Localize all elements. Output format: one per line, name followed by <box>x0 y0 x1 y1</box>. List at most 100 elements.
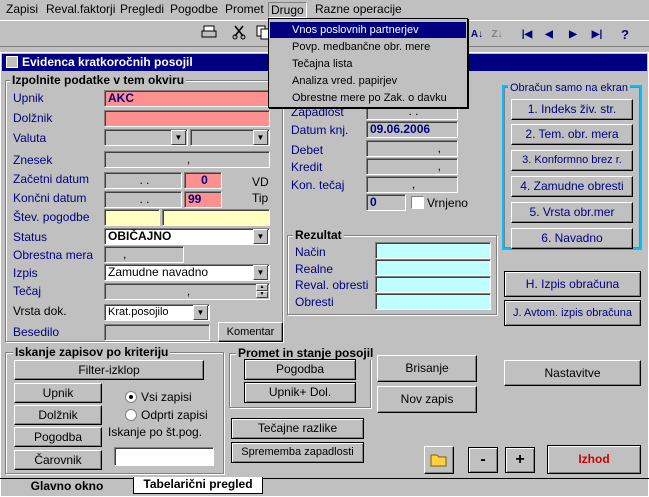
reval-obresti-field[interactable] <box>375 276 491 293</box>
iskanje-dolznik-button[interactable]: Dolžnik <box>14 405 102 425</box>
avtom-izpis-button[interactable]: J. Avtom. izpis obračuna <box>504 300 641 326</box>
datum-knj-field[interactable]: 09.06.2006 <box>366 121 458 138</box>
spin-down-icon[interactable]: ▼ <box>256 291 268 298</box>
sprememba-zapadlosti-button[interactable]: Sprememba zapadlosti <box>231 442 364 463</box>
upnik-label: Upnik <box>13 91 44 105</box>
stev-pogodbe-label: Štev. pogodbe <box>13 210 90 224</box>
number-field[interactable]: 0 <box>366 194 406 211</box>
menu-pregledi[interactable]: Pregledi <box>120 2 164 18</box>
besedilo-field[interactable] <box>104 324 210 341</box>
vrsta-dok-label: Vrsta dok. <box>13 304 67 318</box>
obracun-title: Obračun samo na ekran <box>508 82 631 94</box>
status-label: Status <box>13 230 48 244</box>
nacin-field[interactable] <box>375 242 491 259</box>
nastavitve-button[interactable]: Nastavitve <box>504 360 641 386</box>
chevron-down-icon[interactable]: ▼ <box>253 130 268 145</box>
menu-reval-faktorji[interactable]: Reval.faktorji <box>46 2 115 18</box>
stev-pogodbe-field-2[interactable] <box>162 209 270 226</box>
chevron-down-icon[interactable]: ▼ <box>253 229 268 244</box>
menu-item-tecajna-lista[interactable]: Tečajna lista <box>270 56 466 72</box>
vrnjeno-label: Vrnjeno <box>427 196 468 210</box>
realne-field[interactable] <box>375 259 491 276</box>
menu-drugo[interactable]: Drugo <box>268 2 307 18</box>
vrnjeno-checkbox[interactable] <box>411 196 424 209</box>
obracun-button-1[interactable]: 1. Indeks živ. str. <box>511 99 633 120</box>
obracun-button-4[interactable]: 4. Zamudne obresti <box>511 176 633 197</box>
sort-za-icon[interactable]: Z↓ <box>486 24 508 46</box>
help-icon[interactable]: ? <box>614 24 636 46</box>
vsi-zapisi-radio[interactable] <box>125 391 137 403</box>
debet-field[interactable]: , <box>366 140 458 157</box>
obracun-button-2[interactable]: 2. Tem. obr. mera <box>511 124 633 145</box>
minus-button[interactable]: - <box>468 447 498 473</box>
last-record-icon[interactable]: ▶| <box>586 24 608 46</box>
cut-icon[interactable] <box>228 24 250 46</box>
obrestna-mera-field[interactable]: , <box>104 246 184 263</box>
menu-item-povp-medbancne[interactable]: Povp. medbančne obr. mere <box>270 39 466 55</box>
obracun-button-3[interactable]: 3. Konformno brez r. <box>511 150 633 171</box>
debet-label: Debet <box>291 143 324 157</box>
tab-glavno-okno[interactable]: Glavno okno <box>14 479 120 497</box>
print-icon[interactable] <box>198 24 220 46</box>
reval-obresti-label: Reval. obresti <box>295 278 369 292</box>
prev-record-icon[interactable]: ◀ <box>538 24 560 46</box>
nacin-label: Način <box>295 245 326 259</box>
iskanje-upnik-button[interactable]: Upnik <box>14 383 102 403</box>
status-select[interactable]: OBIČAJNO <box>104 228 270 245</box>
menu-pogodbe[interactable]: Pogodbe <box>170 2 218 18</box>
obresti-field[interactable] <box>375 293 491 310</box>
kredit-label: Kredit <box>291 160 323 174</box>
open-folder-icon[interactable] <box>424 446 454 474</box>
sort-az-icon[interactable]: A↓ <box>466 24 488 46</box>
kredit-field[interactable]: , <box>366 158 458 175</box>
first-record-icon[interactable]: |◀ <box>516 24 538 46</box>
dolznik-field[interactable] <box>104 110 270 127</box>
drugo-menu: Vnos poslovnih partnerjev Povp. medbančn… <box>268 18 468 108</box>
chevron-down-icon[interactable]: ▼ <box>193 305 208 320</box>
chevron-down-icon[interactable]: ▼ <box>253 265 268 280</box>
promet-pogodba-button[interactable]: Pogodba <box>244 359 356 380</box>
odprti-zapisi-radio[interactable] <box>125 409 137 421</box>
zacetni-days-field[interactable]: 0 <box>184 172 222 189</box>
menu-zapisi[interactable]: Zapisi <box>6 2 38 18</box>
koncni-days-field[interactable]: 99 <box>184 191 222 208</box>
obracun-button-5[interactable]: 5. Vrsta obr.mer <box>511 202 633 223</box>
komentar-button[interactable]: Komentar <box>218 322 283 342</box>
dolznik-label: Dolžnik <box>13 111 53 125</box>
valuta-label: Valuta <box>13 131 47 145</box>
stev-pogodbe-field[interactable] <box>104 209 160 226</box>
tecaj-field[interactable]: , <box>104 283 270 300</box>
plus-button[interactable]: + <box>505 447 535 473</box>
izhod-button[interactable]: Izhod <box>547 445 641 474</box>
tab-tabelaricni-pregled[interactable]: Tabelarični pregled <box>133 477 263 494</box>
rezultat-title: Rezultat <box>293 228 344 242</box>
carovnik-button[interactable]: Čarovnik <box>14 450 102 470</box>
menu-item-analiza-papirjev[interactable]: Analiza vred. papirjev <box>270 73 466 89</box>
menu-razne-operacije[interactable]: Razne operacije <box>315 2 402 18</box>
tecaj-label: Tečaj <box>13 284 42 298</box>
zacetni-datum-field[interactable]: . . <box>104 172 182 189</box>
koncni-datum-field[interactable]: . . <box>104 191 182 208</box>
nov-zapis-button[interactable]: Nov zapis <box>377 386 477 413</box>
iskanje-po-st-input[interactable] <box>114 447 214 466</box>
izpis-obracuna-button[interactable]: H. Izpis obračuna <box>504 271 641 297</box>
znesek-field[interactable]: , <box>104 151 270 168</box>
promet-upnik-dol-button[interactable]: Upnik+ Dol. <box>244 382 356 403</box>
kon-tecaj-field[interactable]: , <box>366 176 458 193</box>
menu-promet[interactable]: Promet <box>225 2 264 18</box>
menu-item-obrestne-mere[interactable]: Obrestne mere po Zak. o davku <box>270 90 466 106</box>
chevron-down-icon[interactable]: ▼ <box>171 130 186 145</box>
filter-izklop-button[interactable]: Filter-izklop <box>14 360 204 380</box>
next-record-icon[interactable]: ▶ <box>562 24 584 46</box>
iskanje-pogodba-button[interactable]: Pogodba <box>14 427 102 447</box>
spin-up-icon[interactable]: ▲ <box>256 284 268 291</box>
tecajne-razlike-button[interactable]: Tečajne razlike <box>231 418 364 439</box>
obracun-button-6[interactable]: 6. Navadno <box>511 228 633 249</box>
brisanje-button[interactable]: Brisanje <box>377 355 477 382</box>
znesek-label: Znesek <box>13 153 53 167</box>
koncni-datum-label: Končni datum <box>13 191 87 205</box>
izpis-select[interactable]: Zamudne navadno <box>104 264 270 281</box>
upnik-field[interactable]: AKC <box>104 90 270 107</box>
menu-item-vnos-partnerjev[interactable]: Vnos poslovnih partnerjev <box>270 22 466 38</box>
iskanje-title: Iskanje zapisov po kriteriju <box>13 345 171 359</box>
